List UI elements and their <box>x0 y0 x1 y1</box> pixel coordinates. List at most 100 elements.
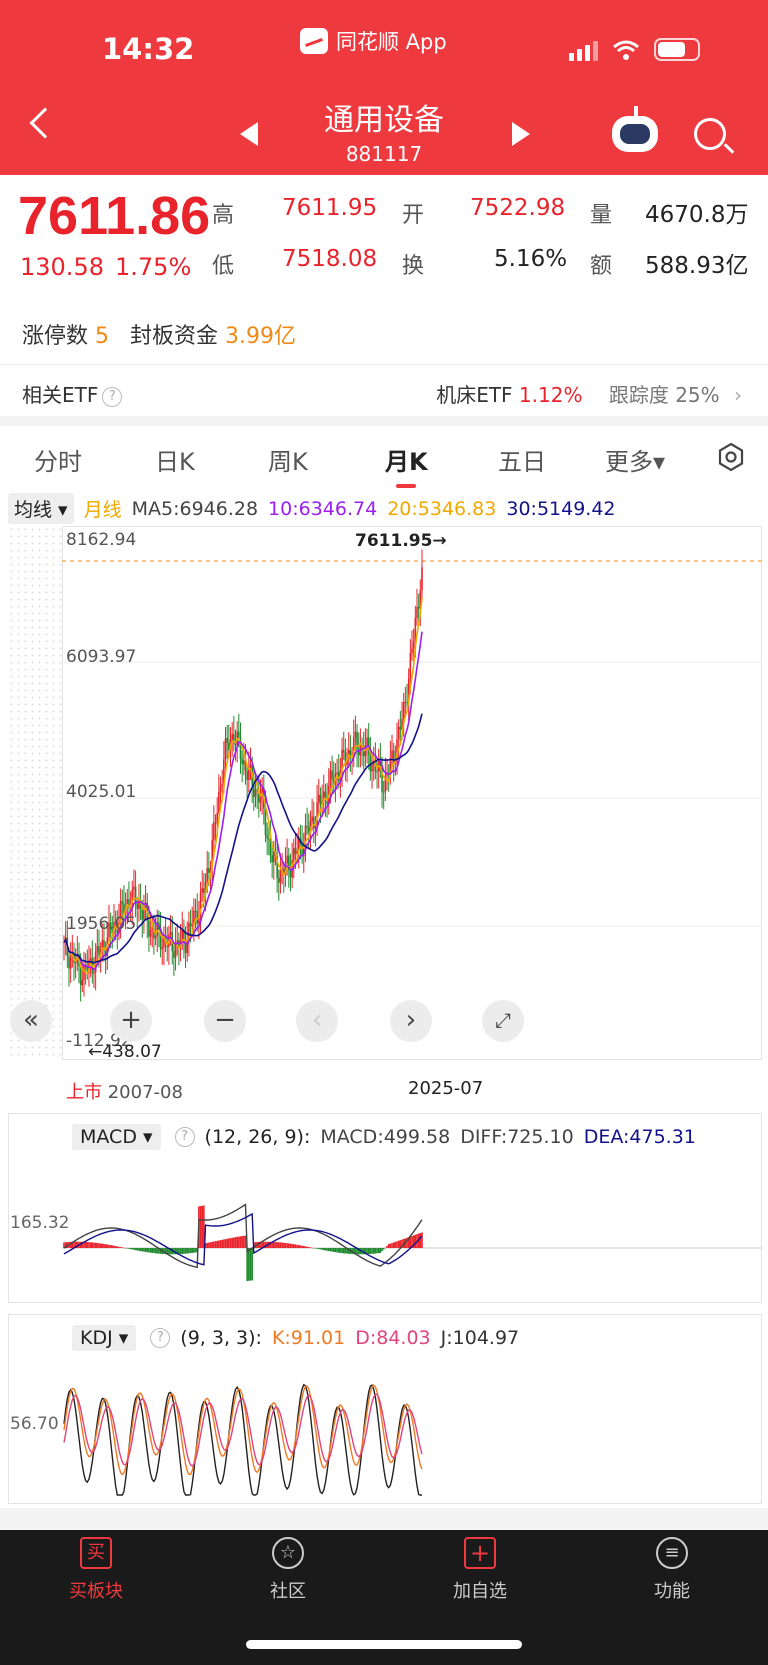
listing-tag: 上市 <box>66 1082 102 1103</box>
candle-body <box>319 794 322 805</box>
macd-bar <box>371 1248 373 1254</box>
candle-body <box>312 816 315 829</box>
tabbar-functions[interactable]: ≡ 功能 <box>612 1537 732 1603</box>
macd-bar <box>116 1246 119 1248</box>
tab-more[interactable]: 更多▾ <box>605 442 665 477</box>
macd-bar <box>149 1248 152 1253</box>
macd-bar <box>221 1239 223 1248</box>
kline-chart[interactable] <box>62 526 762 1060</box>
etf-summary[interactable]: 机床ETF 1.12% 跟踪度 25% › <box>436 379 742 408</box>
macd-bar <box>302 1246 305 1248</box>
macd-bar <box>379 1248 382 1253</box>
macd-bar <box>126 1248 129 1249</box>
macd-bar <box>153 1248 155 1254</box>
candle-body <box>254 789 257 797</box>
scroll-right-icon[interactable]: › <box>390 1000 432 1042</box>
x-axis-start: 上市 2007-08 <box>66 1078 183 1104</box>
tabbar-add-watchlist[interactable]: + 加自选 <box>420 1537 540 1603</box>
macd-bar <box>367 1248 370 1255</box>
status-icons <box>569 38 700 61</box>
macd-bar <box>344 1248 347 1254</box>
candle-body <box>286 855 288 864</box>
macd-bar <box>251 1248 253 1281</box>
tabbar-buy-sector[interactable]: 买 买板块 <box>36 1537 156 1603</box>
macd-bar <box>229 1238 232 1248</box>
macd-bar <box>119 1247 122 1248</box>
candle-body <box>371 764 373 772</box>
macd-bar <box>309 1247 312 1248</box>
macd-bar <box>136 1248 139 1251</box>
y-tick-label: 4025.01 <box>66 782 137 802</box>
tab-monthly-k[interactable]: 月K <box>385 442 428 477</box>
macd-bar <box>231 1237 233 1248</box>
help-icon[interactable]: ? <box>102 386 123 407</box>
track-value: 25% <box>675 383 720 407</box>
assistant-robot-icon[interactable] <box>612 106 658 152</box>
related-etf[interactable]: 相关ETF? <box>22 379 123 408</box>
macd-params: (12, 26, 9): <box>204 1126 311 1148</box>
zoom-in-icon[interactable]: + <box>110 1000 152 1042</box>
macd-bar <box>183 1248 185 1254</box>
status-app: 同花顺 App <box>300 26 447 56</box>
help-icon[interactable]: ? <box>174 1127 195 1147</box>
kdj-dropdown[interactable]: KDJ ▾ <box>72 1325 137 1351</box>
candle-body <box>68 956 70 969</box>
zoom-out-icon[interactable]: − <box>204 1000 246 1042</box>
macd-bar <box>339 1248 342 1253</box>
help-icon[interactable]: ? <box>150 1328 171 1348</box>
candle-body <box>402 702 405 720</box>
macd-bar <box>369 1248 372 1254</box>
candle-body <box>264 808 267 835</box>
fullscreen-icon[interactable]: ⤢ <box>482 1000 524 1042</box>
candle-body <box>289 869 292 878</box>
macd-bar <box>118 1246 120 1248</box>
candle-body <box>412 640 415 649</box>
kdj-y-label: 56.70 <box>10 1414 59 1434</box>
k-value: K:91.01 <box>271 1327 346 1349</box>
candle-body <box>191 925 194 927</box>
next-stock-icon[interactable] <box>512 122 530 146</box>
settings-gear-icon[interactable] <box>716 442 746 472</box>
macd-bar <box>332 1248 335 1252</box>
macd-bar <box>376 1248 378 1254</box>
macd-bar <box>282 1242 285 1248</box>
candle-body <box>382 791 385 793</box>
tab-weekly-k[interactable]: 周K <box>268 442 308 477</box>
macd-bar <box>226 1238 228 1248</box>
tab-intraday[interactable]: 分时 <box>34 442 82 477</box>
macd-bar <box>84 1241 87 1248</box>
scroll-left-icon[interactable]: ‹ <box>296 1000 338 1042</box>
macd-bar <box>246 1248 248 1281</box>
ma-dropdown[interactable]: 均线 ▾ <box>8 493 74 524</box>
macd-bar <box>382 1248 385 1250</box>
macd-bar <box>181 1248 184 1254</box>
macd-histogram <box>63 1205 423 1281</box>
tab-five-day[interactable]: 五日 <box>498 442 546 477</box>
macd-bar <box>324 1248 327 1251</box>
macd-bar <box>228 1238 230 1248</box>
wifi-icon <box>613 40 639 60</box>
macd-bar <box>336 1248 338 1253</box>
limit-count-label: 涨停数 <box>22 324 89 349</box>
candle-body <box>366 737 368 746</box>
open-value: 7522.98 <box>470 195 566 221</box>
candle-body <box>219 786 222 792</box>
macd-dropdown[interactable]: MACD ▾ <box>72 1124 161 1150</box>
macd-bar <box>89 1242 92 1248</box>
macd-bar <box>104 1244 107 1248</box>
candle-body <box>259 797 262 803</box>
tab-daily-k[interactable]: 日K <box>155 442 195 477</box>
macd-bar <box>307 1247 310 1248</box>
collapse-left-icon[interactable]: « <box>10 1000 52 1042</box>
macd-bar <box>144 1248 147 1252</box>
seal-fund: 3.99亿 <box>225 324 297 349</box>
app-logo-icon <box>300 28 328 54</box>
price-change-pct: 1.75% <box>115 253 192 281</box>
candle-body <box>399 726 402 730</box>
search-icon[interactable] <box>694 118 726 150</box>
candle-body <box>273 851 275 863</box>
macd-bar <box>154 1248 157 1254</box>
ma10-value: 10:6346.74 <box>268 497 378 520</box>
tabbar-community[interactable]: ☆ 社区 <box>228 1537 348 1603</box>
macd-bar <box>94 1242 97 1248</box>
